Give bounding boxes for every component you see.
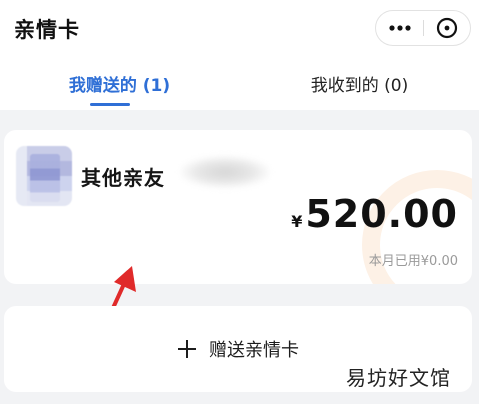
monthly-used: 本月已用¥0.00 — [368, 254, 458, 269]
more-button[interactable] — [376, 11, 423, 45]
tab-received[interactable]: 我收到的 (0) — [240, 56, 479, 110]
more-dots-icon — [388, 25, 411, 31]
tab-bar: 我赠送的 (1) 我收到的 (0) — [0, 56, 479, 110]
avatar — [16, 146, 72, 206]
family-card[interactable]: 其他亲友 ¥ 520.00 本月已用¥0.00 — [4, 130, 472, 284]
active-tab-indicator — [90, 103, 130, 106]
gift-card-button-label: 赠送亲情卡 — [209, 340, 299, 361]
header-bar: 亲情卡 — [0, 0, 479, 56]
site-watermark: 易坊好文馆 — [342, 361, 455, 392]
avatar-blur — [30, 154, 60, 202]
card-amount: ¥ 520.00 — [291, 192, 458, 236]
recipient-name: 其他亲友 — [81, 166, 165, 190]
currency-symbol: ¥ — [291, 212, 303, 231]
close-circle-icon — [436, 17, 458, 39]
tab-given[interactable]: 我赠送的 (1) — [0, 56, 239, 110]
page-title: 亲情卡 — [14, 18, 80, 42]
recipient-name-redacted — [180, 156, 270, 188]
close-button[interactable] — [424, 11, 470, 45]
amount-value: 520.00 — [305, 192, 458, 236]
plus-icon — [177, 339, 197, 359]
mini-program-capsule — [375, 10, 471, 46]
